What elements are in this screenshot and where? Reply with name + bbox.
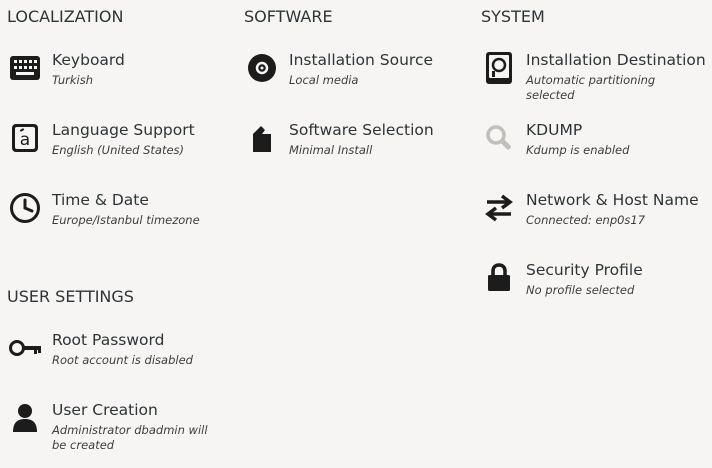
security-profile-label: Security Profile [526,261,643,279]
spoke-kdump[interactable]: KDUMP Kdump is enabled [482,121,707,173]
package-icon [245,121,279,155]
keyboard-status: Turkish [52,73,94,87]
key-icon [8,331,42,365]
spoke-software-selection[interactable]: Software Selection Minimal Install [245,121,465,173]
localization-heading: LOCALIZATION [7,7,124,26]
disc-icon [245,51,279,85]
user-creation-status: Administrator dbadmin will be created [52,423,208,452]
time-date-status: Europe/Istanbul timezone [52,213,200,227]
software-selection-status: Minimal Install [289,143,373,157]
installation-summary: LOCALIZATION SOFTWARE SYSTEM USER SETTIN… [0,0,712,468]
lock-icon [482,261,516,295]
software-selection-label: Software Selection [289,121,434,139]
installation-source-label: Installation Source [289,51,434,69]
language-label: Language Support [52,121,195,139]
harddisk-icon [482,51,516,85]
spoke-network-host-name[interactable]: Network & Host Name Connected: enp0s17 [482,191,707,243]
spoke-keyboard[interactable]: Keyboard Turkish [8,51,228,103]
network-host-name-label: Network & Host Name [526,191,699,209]
language-icon: a [8,121,42,155]
spoke-installation-source[interactable]: Installation Source Local media [245,51,465,103]
keyboard-icon [8,51,42,85]
time-date-label: Time & Date [52,191,149,209]
spoke-user-creation[interactable]: User Creation Administrator dbadmin will… [8,401,228,457]
language-status: English (United States) [52,143,185,157]
svg-text:a: a [20,130,30,150]
kdump-status: Kdump is enabled [526,143,630,157]
spoke-installation-destination[interactable]: Installation Destination Automatic parti… [482,51,707,103]
user-creation-label: User Creation [52,401,158,419]
software-heading: SOFTWARE [244,7,333,26]
network-arrows-icon [482,191,516,225]
root-password-status: Root account is disabled [52,353,193,367]
system-heading: SYSTEM [481,7,545,26]
installation-destination-status: Automatic partitioning selected [526,73,656,102]
user-settings-heading: USER SETTINGS [7,287,134,306]
spoke-language-support[interactable]: a Language Support English (United State… [8,121,228,173]
installation-destination-label: Installation Destination [526,51,706,69]
keyboard-label: Keyboard [52,51,125,69]
spoke-root-password[interactable]: Root Password Root account is disabled [8,331,228,383]
security-profile-status: No profile selected [526,283,635,297]
user-icon [8,401,42,435]
kdump-label: KDUMP [526,121,583,139]
root-password-label: Root Password [52,331,165,349]
installation-source-status: Local media [289,73,359,87]
spoke-time-date[interactable]: Time & Date Europe/Istanbul timezone [8,191,228,243]
spoke-security-profile[interactable]: Security Profile No profile selected [482,261,707,313]
network-host-name-status: Connected: enp0s17 [526,213,646,227]
magnifier-icon [482,121,516,155]
clock-icon [8,191,42,225]
